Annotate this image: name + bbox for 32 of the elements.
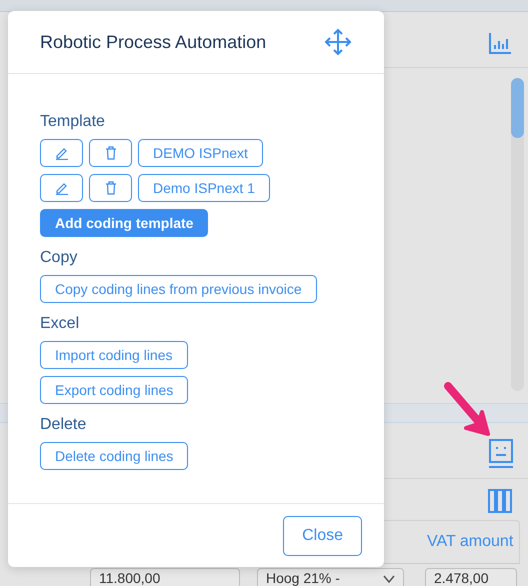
close-button[interactable]: Close [283,516,362,556]
template-button[interactable]: DEMO ISPnext [138,139,263,167]
chevron-down-icon [383,575,395,583]
action-button[interactable]: Copy coding lines from previous invoice [40,275,317,303]
pencil-icon [54,146,68,160]
columns-icon[interactable] [488,489,512,513]
vat-rate-dropdown[interactable]: Hoog 21% - [257,568,404,586]
trash-icon [104,146,116,160]
pointer-arrow [444,382,492,438]
action-button[interactable]: Delete coding lines [40,442,188,470]
edit-button[interactable] [40,139,83,167]
add-template-button[interactable]: Add coding template [40,209,208,237]
move-icon[interactable] [324,28,352,56]
section-heading: Template [40,112,106,132]
column-header[interactable]: VAT amount [427,533,514,551]
scrollbar[interactable] [511,78,524,391]
bar-chart-icon[interactable] [489,32,511,54]
robot-icon[interactable] [489,439,513,469]
action-button[interactable]: Import coding lines [40,341,188,369]
template-button[interactable]: Demo ISPnext 1 [138,174,270,202]
pencil-icon [54,181,68,195]
section-heading: Copy [40,248,78,268]
section-heading: Delete [40,415,88,435]
delete-button[interactable] [89,174,132,202]
action-button[interactable]: Export coding lines [40,376,188,404]
delete-button[interactable] [89,139,132,167]
vat-amount-field[interactable]: 2.478,00 [425,568,517,586]
amount-field[interactable]: 11.800,00 [90,568,240,586]
trash-icon [104,181,116,195]
section-heading: Excel [40,314,80,334]
dialog-title: Robotic Process Automation [40,32,266,52]
edit-button[interactable] [40,174,83,202]
